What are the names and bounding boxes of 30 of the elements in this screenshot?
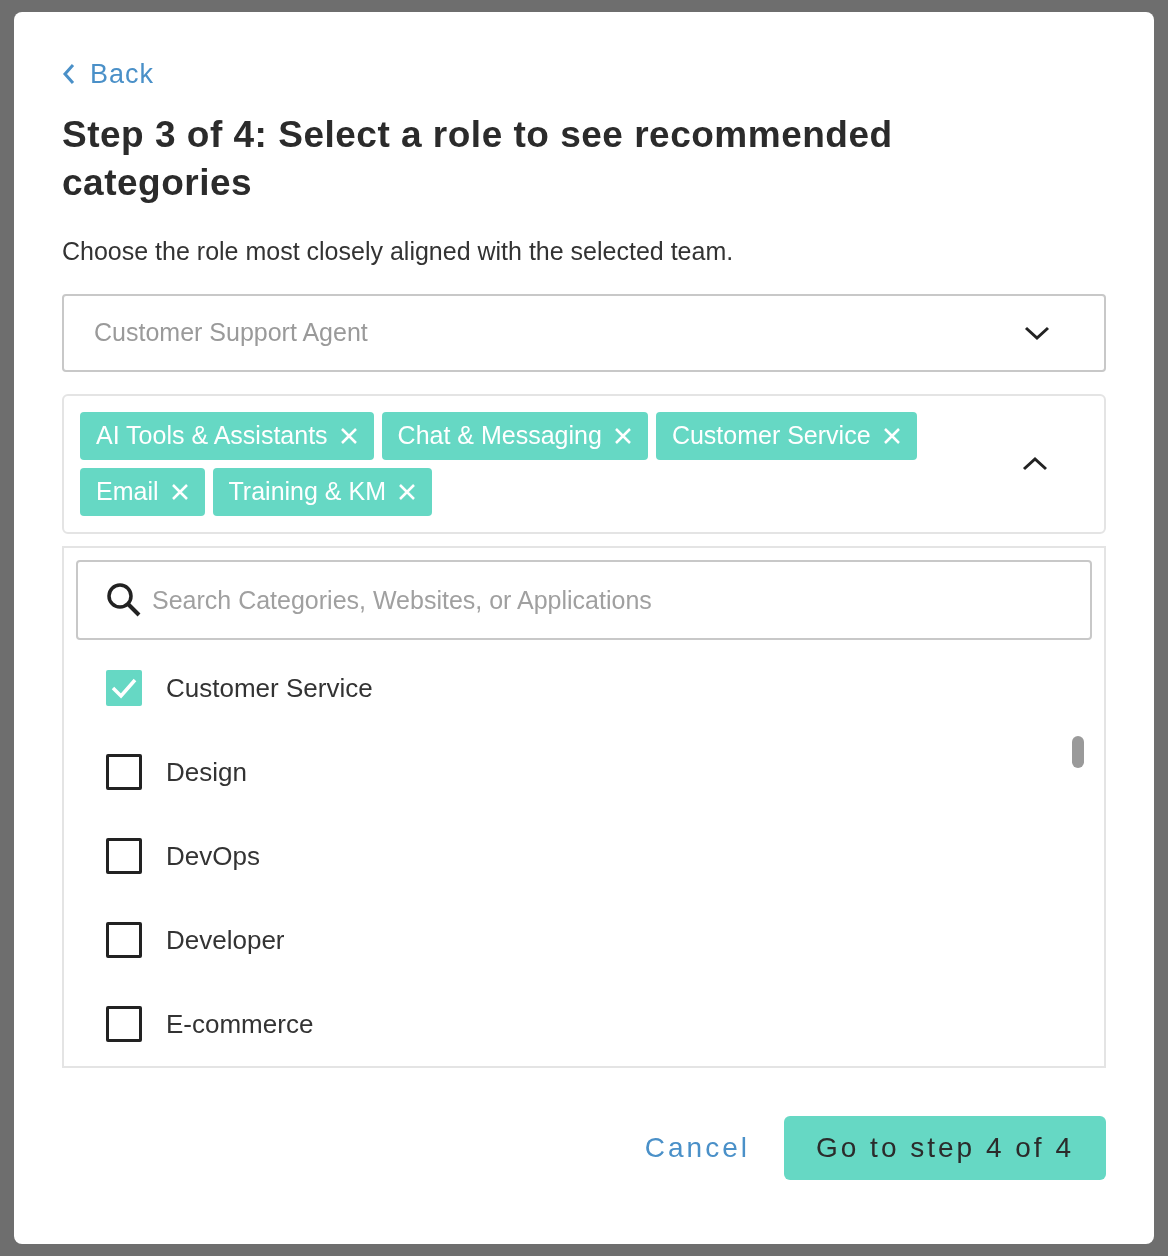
tag-label: Training & KM (228, 476, 386, 508)
tag-label: AI Tools & Assistants (96, 420, 328, 452)
next-step-button[interactable]: Go to step 4 of 4 (783, 1116, 1106, 1180)
chevron-up-icon[interactable] (1022, 456, 1048, 472)
scrollbar-thumb[interactable] (1072, 736, 1084, 768)
checkbox[interactable] (106, 922, 142, 958)
checkbox[interactable] (106, 1006, 142, 1042)
category-option[interactable]: E-commerce (106, 982, 1092, 1066)
category-option[interactable]: DevOps (106, 814, 1092, 898)
search-field[interactable]: Search Categories, Websites, or Applications (76, 560, 1092, 640)
chevron-left-icon (62, 63, 76, 86)
search-icon (106, 582, 142, 618)
close-icon[interactable] (882, 427, 901, 445)
close-icon[interactable] (339, 427, 358, 445)
description-text: Choose the role most closely aligned with the selected team. (62, 235, 735, 267)
category-option[interactable]: Developer (106, 898, 1092, 982)
close-icon[interactable] (398, 483, 416, 501)
close-icon[interactable] (170, 483, 189, 501)
tag-label: Email (96, 476, 159, 508)
dialog-title: Step 3 of 4: Select a role to see recommended categories (62, 112, 894, 205)
checkbox[interactable] (106, 754, 142, 790)
category-option[interactable]: Design (106, 730, 1092, 814)
chevron-down-icon (1024, 325, 1050, 341)
tag-label: Chat & Messaging (397, 420, 602, 452)
close-icon[interactable] (613, 427, 632, 445)
checkbox[interactable] (106, 670, 142, 706)
tag-label: Customer Service (671, 420, 871, 452)
dropdown-value: Customer Support Agent (94, 317, 368, 349)
checkbox[interactable] (106, 838, 142, 874)
category-option[interactable]: Customer Service (106, 646, 1092, 730)
